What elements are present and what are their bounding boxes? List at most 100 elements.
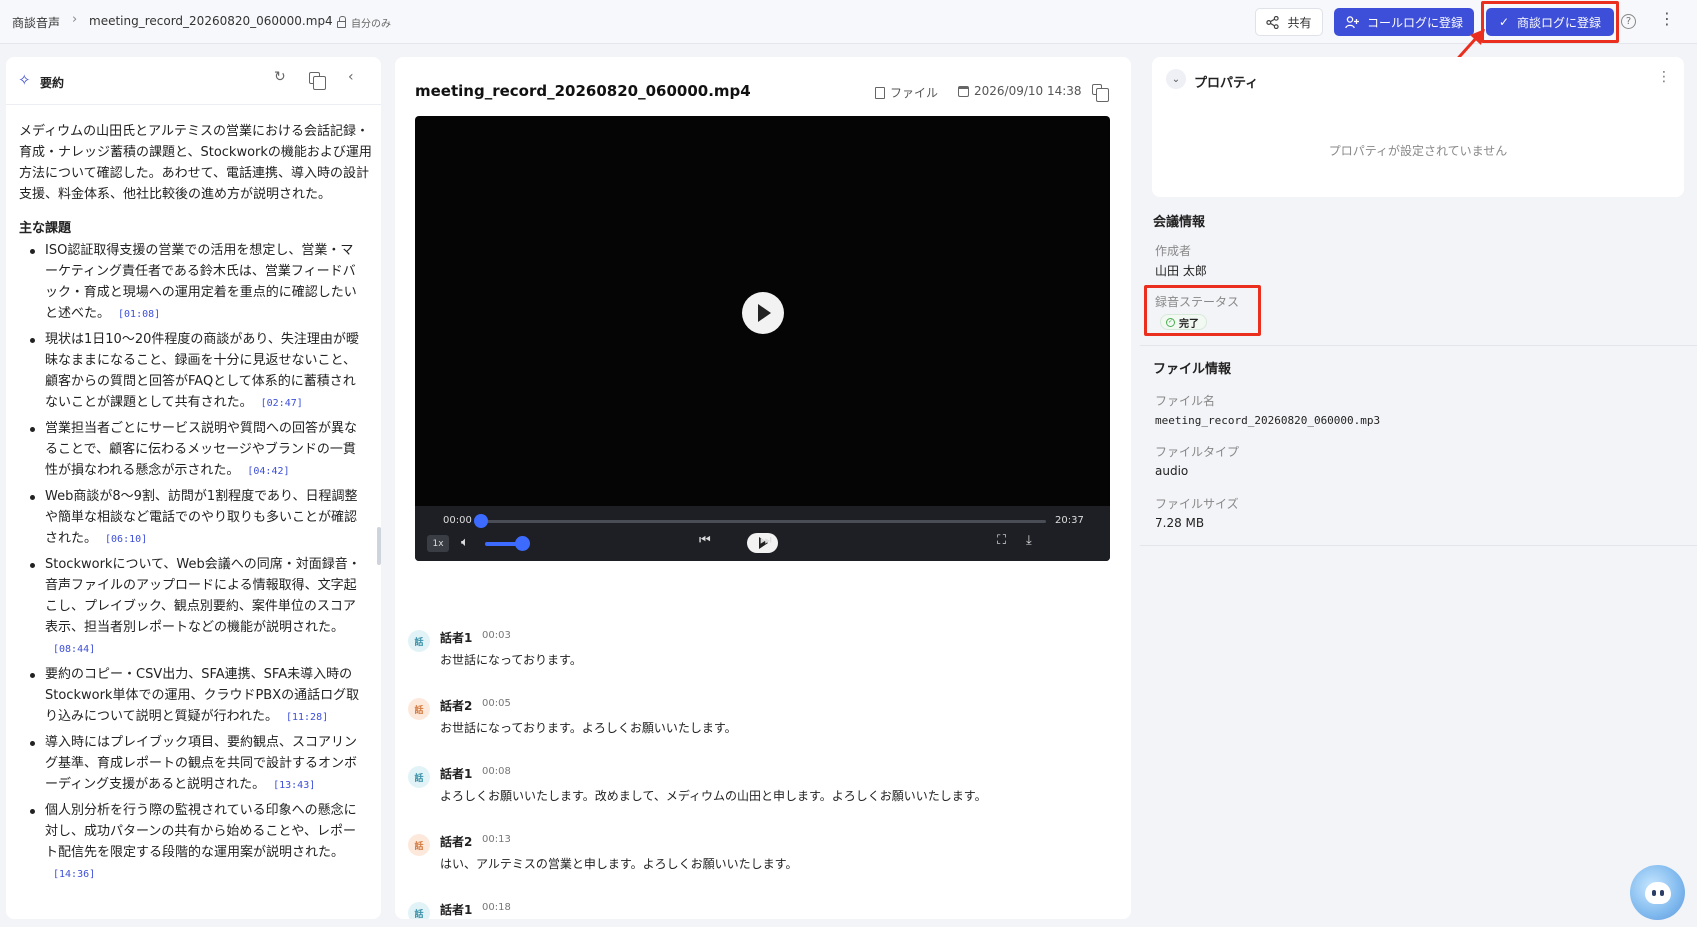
file-meta: ファイル xyxy=(875,84,938,101)
breadcrumb-root[interactable]: 商談音声 xyxy=(12,14,60,31)
transcript-row[interactable]: 話話者2 00:05 お世話になっております。よろしくお願いいたします。 xyxy=(408,691,1123,759)
file-icon xyxy=(875,87,885,99)
check-icon: ✓ xyxy=(1498,15,1510,29)
issue-item: Web商談が8〜9割、訪問が1割程度であり、日程調整や簡単な相談など電話でのやり… xyxy=(19,486,379,550)
transcript-list: 話話者1 00:03 お世話になっております。話話者2 00:05 お世話になっておりま… xyxy=(408,623,1123,919)
issue-text: 営業担当者ごとにサービス説明や質問への回答が異なることで、顧客に伝わるメッセージ… xyxy=(45,421,358,478)
volume-icon[interactable]: 🔈︎ xyxy=(461,535,469,550)
transcript-row[interactable]: 話話者1 00:08 よろしくお願いいたします。改めまして、メディウムの山田と申しま… xyxy=(408,759,1123,827)
speaker-name: 話者1 xyxy=(440,767,473,781)
speaker-name: 話者1 xyxy=(440,631,473,645)
speaker-name: 話者1 xyxy=(440,903,473,917)
meeting-info-title: 会議情報 xyxy=(1153,215,1206,230)
file-name-value: meeting_record_20260820_060000.mp3 xyxy=(1155,414,1381,427)
deal-log-label: 商談ログに登録 xyxy=(1517,15,1602,30)
timestamp-link[interactable]: [02:47] xyxy=(261,398,303,409)
date-meta: 2026/09/10 14:38 xyxy=(958,84,1082,98)
issue-item: ISO認証取得支援の営業での活用を想定し、営業・マーケティング責任者である鈴木氏… xyxy=(19,240,379,325)
progress-handle[interactable] xyxy=(474,514,488,528)
privacy-label: 自分のみ xyxy=(351,19,391,30)
divider xyxy=(1140,545,1697,546)
properties-title: プロパティ xyxy=(1194,76,1259,91)
utterance-time[interactable]: 00:05 xyxy=(482,698,511,709)
timestamp-link[interactable]: [04:42] xyxy=(247,466,289,477)
share-label: 共有 xyxy=(1287,15,1312,30)
speaker-avatar: 話 xyxy=(408,902,430,919)
issue-item: 要約のコピー・CSV出力、SFA連携、SFA未導入時のStockwork単体での… xyxy=(19,664,379,728)
issue-text: 個人別分析を行う際の監視されている印象への懸念に対し、成功パターンの共有から始め… xyxy=(45,803,357,860)
summary-panel: ✧ 要約 ↻ ‹ メディウムの山田氏とアルテミスの営業における会話記録・育成・ナ… xyxy=(6,57,381,919)
copy-icon[interactable] xyxy=(309,72,326,90)
skip-forward-icon[interactable]: ⏭︎ xyxy=(760,534,772,547)
issue-item: 現状は1日10〜20件程度の商談があり、失注理由が曖昧なままになること、録画を十… xyxy=(19,329,379,414)
file-size-value: 7.28 MB xyxy=(1155,516,1205,530)
fullscreen-icon[interactable]: ⛶ xyxy=(997,534,1006,547)
utterance-time[interactable]: 00:03 xyxy=(482,630,511,641)
recording-status-label: 録音ステータス xyxy=(1155,295,1240,309)
timestamp-link[interactable]: [14:36] xyxy=(53,869,95,880)
utterance-time[interactable]: 00:08 xyxy=(482,766,511,777)
speaker-avatar: 話 xyxy=(408,698,430,720)
transcript-row[interactable]: 話話者1 00:18 xyxy=(408,895,1123,919)
chevron-down-icon[interactable]: ⌄ xyxy=(1166,69,1186,89)
issue-item: Stockworkについて、Web会議への同席・対面録音・音声ファイルのアップロ… xyxy=(19,554,379,660)
lock-icon xyxy=(337,16,346,28)
breadcrumb-current: meeting_record_20260820_060000.mp4 xyxy=(89,14,333,28)
transcript-row[interactable]: 話話者2 00:13 はい、アルテミスの営業と申します。よろしくお願いいたします。 xyxy=(408,827,1123,895)
issues-list: ISO認証取得支援の営業での活用を想定し、営業・マーケティング責任者である鈴木氏… xyxy=(19,240,379,885)
file-info-title: ファイル情報 xyxy=(1153,362,1232,377)
author-label: 作成者 xyxy=(1155,244,1192,258)
timestamp-link[interactable]: [08:44] xyxy=(53,644,95,655)
status-badge: ✓ 完了 xyxy=(1160,314,1207,330)
date-meta-value: 2026/09/10 14:38 xyxy=(974,84,1082,98)
scrollbar-thumb[interactable] xyxy=(377,527,381,565)
player-controls: 00:00 20:37 1x 🔈︎ ⏮︎ ⏭︎ ⛶ ⤓ xyxy=(415,506,1110,561)
file-type-label: ファイルタイプ xyxy=(1155,445,1240,459)
summary-content: メディウムの山田氏とアルテミスの営業における会話記録・育成・ナレッジ蓄積の課題と… xyxy=(19,121,379,889)
total-time: 20:37 xyxy=(1055,515,1084,526)
share-button[interactable]: 共有 xyxy=(1255,8,1323,36)
speaker-avatar: 話 xyxy=(408,630,430,652)
speaker-avatar: 話 xyxy=(408,766,430,788)
transcript-row[interactable]: 話話者1 00:03 お世話になっております。 xyxy=(408,623,1123,691)
sparkle-icon: ✧ xyxy=(18,71,31,89)
vertical-dots-icon[interactable]: ⋮ xyxy=(1659,11,1675,27)
progress-bar[interactable] xyxy=(481,520,1046,523)
play-icon[interactable] xyxy=(742,292,784,334)
refresh-icon[interactable]: ↻ xyxy=(274,70,286,84)
check-circle-icon: ✓ xyxy=(1166,317,1175,327)
skip-back-icon[interactable]: ⏮︎ xyxy=(699,534,711,547)
deal-log-register-button[interactable]: ✓ 商談ログに登録 xyxy=(1486,8,1614,36)
summary-panel-header: ✧ 要約 ↻ ‹ xyxy=(6,57,381,105)
timestamp-link[interactable]: [06:10] xyxy=(105,534,147,545)
timestamp-link[interactable]: [01:08] xyxy=(118,309,160,320)
utterance-text: よろしくお願いいたします。改めまして、メディウムの山田と申します。よろしくお願い… xyxy=(440,789,987,803)
issue-item: 個人別分析を行う際の監視されている印象への懸念に対し、成功パターンの共有から始め… xyxy=(19,800,379,885)
playback-speed-button[interactable]: 1x xyxy=(427,535,449,552)
chevron-left-icon[interactable]: ‹ xyxy=(348,70,354,84)
question-circle-icon[interactable]: ? xyxy=(1621,14,1636,29)
media-panel: meeting_record_20260820_060000.mp4 ファイル … xyxy=(395,57,1131,919)
chevron-right-icon: › xyxy=(72,12,78,27)
issue-item: 営業担当者ごとにサービス説明や質問への回答が異なることで、顧客に伝わるメッセージ… xyxy=(19,418,379,482)
timestamp-link[interactable]: [13:43] xyxy=(273,780,315,791)
vertical-dots-icon[interactable]: ⋮ xyxy=(1657,69,1671,85)
current-time: 00:00 xyxy=(443,515,472,526)
file-name-label: ファイル名 xyxy=(1155,394,1216,408)
volume-handle[interactable] xyxy=(515,536,530,551)
calendar-icon xyxy=(958,86,969,97)
issue-text: Stockworkについて、Web会議への同席・対面録音・音声ファイルのアップロ… xyxy=(45,557,361,635)
utterance-text: はい、アルテミスの営業と申します。よろしくお願いいたします。 xyxy=(440,857,798,871)
video-player[interactable]: 00:00 20:37 1x 🔈︎ ⏮︎ ⏭︎ ⛶ ⤓ xyxy=(415,116,1110,561)
utterance-time[interactable]: 00:18 xyxy=(482,902,511,913)
utterance-time[interactable]: 00:13 xyxy=(482,834,511,845)
timestamp-link[interactable]: [11:28] xyxy=(286,712,328,723)
speaker-avatar: 話 xyxy=(408,834,430,856)
privacy-badge[interactable]: 自分のみ xyxy=(337,15,391,30)
speaker-name: 話者2 xyxy=(440,835,473,849)
download-icon[interactable]: ⤓ xyxy=(1026,534,1032,547)
utterance-text: お世話になっております。よろしくお願いいたします。 xyxy=(440,721,737,735)
copy-icon[interactable] xyxy=(1092,84,1109,102)
summary-intro: メディウムの山田氏とアルテミスの営業における会話記録・育成・ナレッジ蓄積の課題と… xyxy=(19,124,372,202)
assistant-avatar-button[interactable] xyxy=(1630,865,1685,920)
